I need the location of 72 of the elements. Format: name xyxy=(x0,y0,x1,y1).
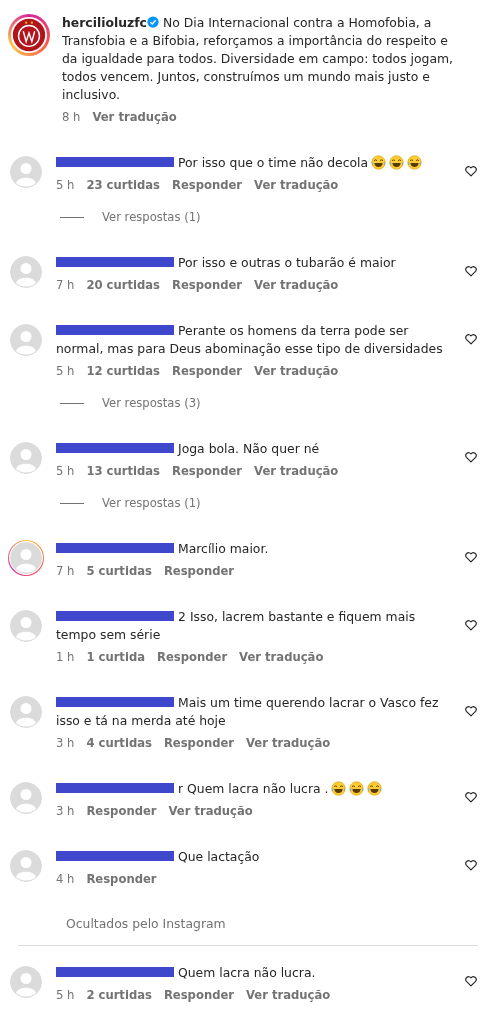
comment-time: 4 h xyxy=(56,872,75,886)
translate-link[interactable]: Ver tradução xyxy=(254,278,339,292)
heart-icon[interactable] xyxy=(464,790,478,804)
likes-count[interactable]: 20 curtidas xyxy=(86,278,160,292)
reply-link[interactable]: Responder xyxy=(172,278,243,292)
comment-text: Mais um time querendo lacrar o Vasco fez isso e tá na merda até hoje xyxy=(56,694,440,730)
heart-icon[interactable] xyxy=(464,550,478,564)
reply-link[interactable]: Responder xyxy=(163,564,234,578)
view-replies-link[interactable]: Ver respostas (1) xyxy=(102,210,201,224)
reply-link[interactable]: Responder xyxy=(172,178,243,192)
translate-link[interactable]: Ver tradução xyxy=(246,988,331,1002)
heart-icon[interactable] xyxy=(464,858,478,872)
comment-time: 3 h xyxy=(56,804,75,818)
comment-text: Por isso e outras o tubarão é maior xyxy=(56,254,452,272)
translate-link[interactable]: Ver tradução xyxy=(92,110,177,124)
translate-link[interactable]: Ver tradução xyxy=(254,178,339,192)
reply-link[interactable]: Responder xyxy=(157,650,228,664)
laughing-emoji-icon xyxy=(371,155,387,170)
comment-text: 2 Isso, lacrem bastante e fiquem mais tempo sem série xyxy=(56,608,417,644)
view-replies-link[interactable]: Ver respostas (3) xyxy=(102,396,201,410)
likes-count[interactable]: 12 curtidas xyxy=(86,364,160,378)
hidden-comments-label[interactable]: Ocultados pelo Instagram xyxy=(66,916,478,931)
reply-link[interactable]: Responder xyxy=(163,736,234,750)
heart-icon[interactable] xyxy=(464,264,478,278)
heart-icon[interactable] xyxy=(464,450,478,464)
laughing-emoji-icon xyxy=(331,781,347,796)
comment-text: Perante os homens da terra pode ser normal, mas para Deus abominação esse tipo de diversidades xyxy=(56,322,444,358)
comment-time: 5 h xyxy=(56,178,75,192)
comment-text: Joga bola. Não quer né xyxy=(56,440,452,458)
translate-link[interactable]: Ver tradução xyxy=(168,804,253,818)
heart-icon[interactable] xyxy=(464,704,478,718)
laughing-emoji-icon xyxy=(407,155,423,170)
likes-count[interactable]: 1 curtida xyxy=(86,650,145,664)
post-time: 8 h xyxy=(62,110,81,124)
comment-text: Por isso que o time não decola xyxy=(56,155,369,170)
likes-count[interactable]: 23 curtidas xyxy=(86,178,160,192)
likes-count[interactable]: 2 curtidas xyxy=(86,988,152,1002)
reply-link[interactable]: Responder xyxy=(86,804,157,818)
translate-link[interactable]: Ver tradução xyxy=(239,650,324,664)
view-replies-link[interactable]: Ver respostas (1) xyxy=(102,496,201,510)
avatar-icon[interactable] xyxy=(9,541,43,575)
reply-link[interactable]: Responder xyxy=(163,988,234,1002)
username-link[interactable]: hercilioluzfc xyxy=(62,15,147,30)
comment-time: 5 h xyxy=(56,464,75,478)
translate-link[interactable]: Ver tradução xyxy=(254,364,339,378)
comment-time: 7 h xyxy=(56,564,75,578)
reply-link[interactable]: Responder xyxy=(172,364,243,378)
comment-text: r Quem lacra não lucra . xyxy=(56,781,329,796)
heart-icon[interactable] xyxy=(464,332,478,346)
translate-link[interactable]: Ver tradução xyxy=(246,736,331,750)
likes-count[interactable]: 13 curtidas xyxy=(86,464,160,478)
comment-text: Marcílio maior. xyxy=(56,540,452,558)
likes-count[interactable]: 5 curtidas xyxy=(86,564,152,578)
heart-icon[interactable] xyxy=(464,164,478,178)
heart-icon[interactable] xyxy=(464,974,478,988)
translate-link[interactable]: Ver tradução xyxy=(254,464,339,478)
laughing-emoji-icon xyxy=(367,781,383,796)
reply-link[interactable]: Responder xyxy=(172,464,243,478)
post-caption: hercilioluzfc No Dia Internacional contra a Homofobia, a Transfobia e a Bifobia, reforçamos a importância do respeito e da igualdade para todos. Diversidade em campo: todos jogam, todos vencem. Juntos, construímos um mundo mais justo e inclusivo. xyxy=(62,14,455,104)
laughing-emoji-icon xyxy=(349,781,365,796)
comment-time: 5 h xyxy=(56,364,75,378)
laughing-emoji-icon xyxy=(389,155,405,170)
comment-time: 1 h xyxy=(56,650,75,664)
comment-text: Que lactação xyxy=(56,848,452,866)
reply-link[interactable]: Responder xyxy=(86,872,157,886)
comment-time: 3 h xyxy=(56,736,75,750)
heart-icon[interactable] xyxy=(464,618,478,632)
likes-count[interactable]: 4 curtidas xyxy=(86,736,152,750)
club-logo-icon xyxy=(10,16,48,54)
comment-text: Quem lacra não lucra. xyxy=(56,964,452,982)
comment-time: 7 h xyxy=(56,278,75,292)
comment-time: 5 h xyxy=(56,988,75,1002)
